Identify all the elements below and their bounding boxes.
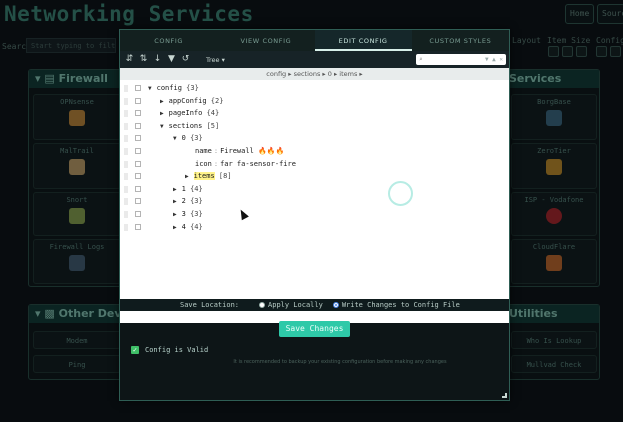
tree-row-section-2[interactable]: ▶ 2 {3} xyxy=(120,195,509,208)
save-changes-button[interactable]: Save Changes xyxy=(279,321,350,337)
row-checkbox[interactable] xyxy=(135,210,141,217)
modal-tabs: CONFIG VIEW CONFIG EDIT CONFIG CUSTOM ST… xyxy=(120,30,509,51)
drag-handle-icon[interactable] xyxy=(124,173,128,181)
drag-handle-icon[interactable] xyxy=(124,185,128,193)
tree-row-config[interactable]: ▼ config {3} xyxy=(120,82,509,95)
tree-row-pageinfo[interactable]: ▶ pageInfo {4} xyxy=(120,107,509,120)
search-icon: ⌕ xyxy=(419,56,423,63)
undo-icon[interactable]: ↺ xyxy=(181,54,190,65)
tree-row-icon[interactable]: icon: far fa-sensor-fire xyxy=(120,158,509,171)
row-checkbox[interactable] xyxy=(135,160,141,167)
editor-toolbar: ⇵ ⇅ ↓ ▼ ↺ Tree ▾ ⌕ ▼ ▲ ✕ xyxy=(120,51,509,68)
editor-search-input[interactable]: ⌕ ▼ ▲ ✕ xyxy=(416,54,506,65)
json-tree: ▼ config {3} ▶ appConfig {2} ▶ pageInfo {4}… xyxy=(120,82,509,233)
sort-icon[interactable]: ↓ xyxy=(153,54,162,65)
name-value[interactable]: Firewall xyxy=(220,147,254,155)
drag-handle-icon[interactable] xyxy=(124,147,128,155)
tree-row-section-3[interactable]: ▶ 3 {3} xyxy=(120,208,509,221)
config-modal: CONFIG VIEW CONFIG EDIT CONFIG CUSTOM ST… xyxy=(119,29,510,401)
backup-note: It is recommended to backup your existin… xyxy=(233,359,447,365)
tab-config[interactable]: CONFIG xyxy=(120,30,217,51)
tree-row-section-4[interactable]: ▶ 4 {4} xyxy=(120,221,509,234)
drag-handle-icon[interactable] xyxy=(124,122,128,130)
config-valid-status: ✓ Config is Valid xyxy=(131,346,209,354)
drag-handle-icon[interactable] xyxy=(124,97,128,105)
write-config-radio[interactable] xyxy=(332,302,339,308)
json-editor: ⇵ ⇅ ↓ ▼ ↺ Tree ▾ ⌕ ▼ ▲ ✕ config ▸ sectio… xyxy=(120,51,509,323)
row-checkbox[interactable] xyxy=(135,97,141,104)
apply-locally-radio[interactable] xyxy=(259,302,266,308)
tab-custom-styles[interactable]: CUSTOM STYLES xyxy=(412,30,509,51)
row-checkbox[interactable] xyxy=(135,147,141,154)
collapse-arrow-icon[interactable]: ▼ xyxy=(160,123,164,130)
expand-arrow-icon[interactable]: ▶ xyxy=(160,98,164,105)
items-key-highlighted[interactable]: items xyxy=(193,172,215,181)
collapse-arrow-icon[interactable]: ▼ xyxy=(148,85,152,92)
breadcrumb[interactable]: config ▸ sections ▸ 0 ▸ items ▸ xyxy=(120,68,509,80)
drag-handle-icon[interactable] xyxy=(124,160,128,168)
row-checkbox[interactable] xyxy=(135,122,141,129)
tree-row-items[interactable]: ▶ items [8] xyxy=(120,170,509,183)
drag-handle-icon[interactable] xyxy=(124,85,128,92)
expand-arrow-icon[interactable]: ▶ xyxy=(173,186,177,193)
expand-arrow-icon[interactable]: ▶ xyxy=(173,224,177,231)
expand-arrow-icon[interactable]: ▶ xyxy=(173,198,177,205)
row-checkbox[interactable] xyxy=(135,223,141,230)
row-checkbox[interactable] xyxy=(135,135,141,142)
tree-row-section-0[interactable]: ▼ 0 {3} xyxy=(120,132,509,145)
apply-locally-option[interactable]: Apply Locally xyxy=(259,301,323,309)
fire-emoji: 🔥🔥🔥 xyxy=(258,146,285,155)
drag-handle-icon[interactable] xyxy=(124,110,128,118)
drag-handle-icon[interactable] xyxy=(124,223,128,231)
row-checkbox[interactable] xyxy=(135,185,141,192)
tree-row-sections[interactable]: ▼ sections [5] xyxy=(120,120,509,133)
expand-arrow-icon[interactable]: ▶ xyxy=(173,211,177,218)
expand-arrow-icon[interactable]: ▶ xyxy=(160,110,164,117)
expand-arrow-icon[interactable]: ▶ xyxy=(185,173,189,180)
collapse-all-icon[interactable]: ⇅ xyxy=(139,54,148,65)
row-checkbox[interactable] xyxy=(135,85,141,91)
collapse-arrow-icon[interactable]: ▼ xyxy=(173,135,177,142)
drag-handle-icon[interactable] xyxy=(124,135,128,143)
row-checkbox[interactable] xyxy=(135,110,141,117)
drag-handle-icon[interactable] xyxy=(124,210,128,218)
tab-edit-config[interactable]: EDIT CONFIG xyxy=(314,30,412,51)
filter-icon[interactable]: ▼ xyxy=(167,54,176,65)
mode-select[interactable]: Tree ▾ xyxy=(206,56,225,64)
row-checkbox[interactable] xyxy=(135,173,141,180)
loading-spinner-icon xyxy=(388,181,413,206)
drag-handle-icon[interactable] xyxy=(124,198,128,206)
check-icon: ✓ xyxy=(131,346,139,354)
row-checkbox[interactable] xyxy=(135,198,141,205)
tree-row-section-1[interactable]: ▶ 1 {4} xyxy=(120,183,509,196)
write-config-option[interactable]: Write Changes to Config File xyxy=(332,301,460,309)
save-location-label: Save Location: xyxy=(180,301,240,309)
icon-value[interactable]: far fa-sensor-fire xyxy=(220,160,296,168)
tab-view-config[interactable]: VIEW CONFIG xyxy=(217,30,314,51)
save-location-row: Save Location: Apply Locally Write Chang… xyxy=(120,299,509,311)
search-nav-icon[interactable]: ▼ ▲ ✕ xyxy=(485,54,503,65)
tree-row-name[interactable]: name: Firewall 🔥🔥🔥 xyxy=(120,145,509,158)
expand-all-icon[interactable]: ⇵ xyxy=(125,54,134,65)
tree-row-appconfig[interactable]: ▶ appConfig {2} xyxy=(120,95,509,108)
resize-handle-icon[interactable] xyxy=(502,393,507,398)
